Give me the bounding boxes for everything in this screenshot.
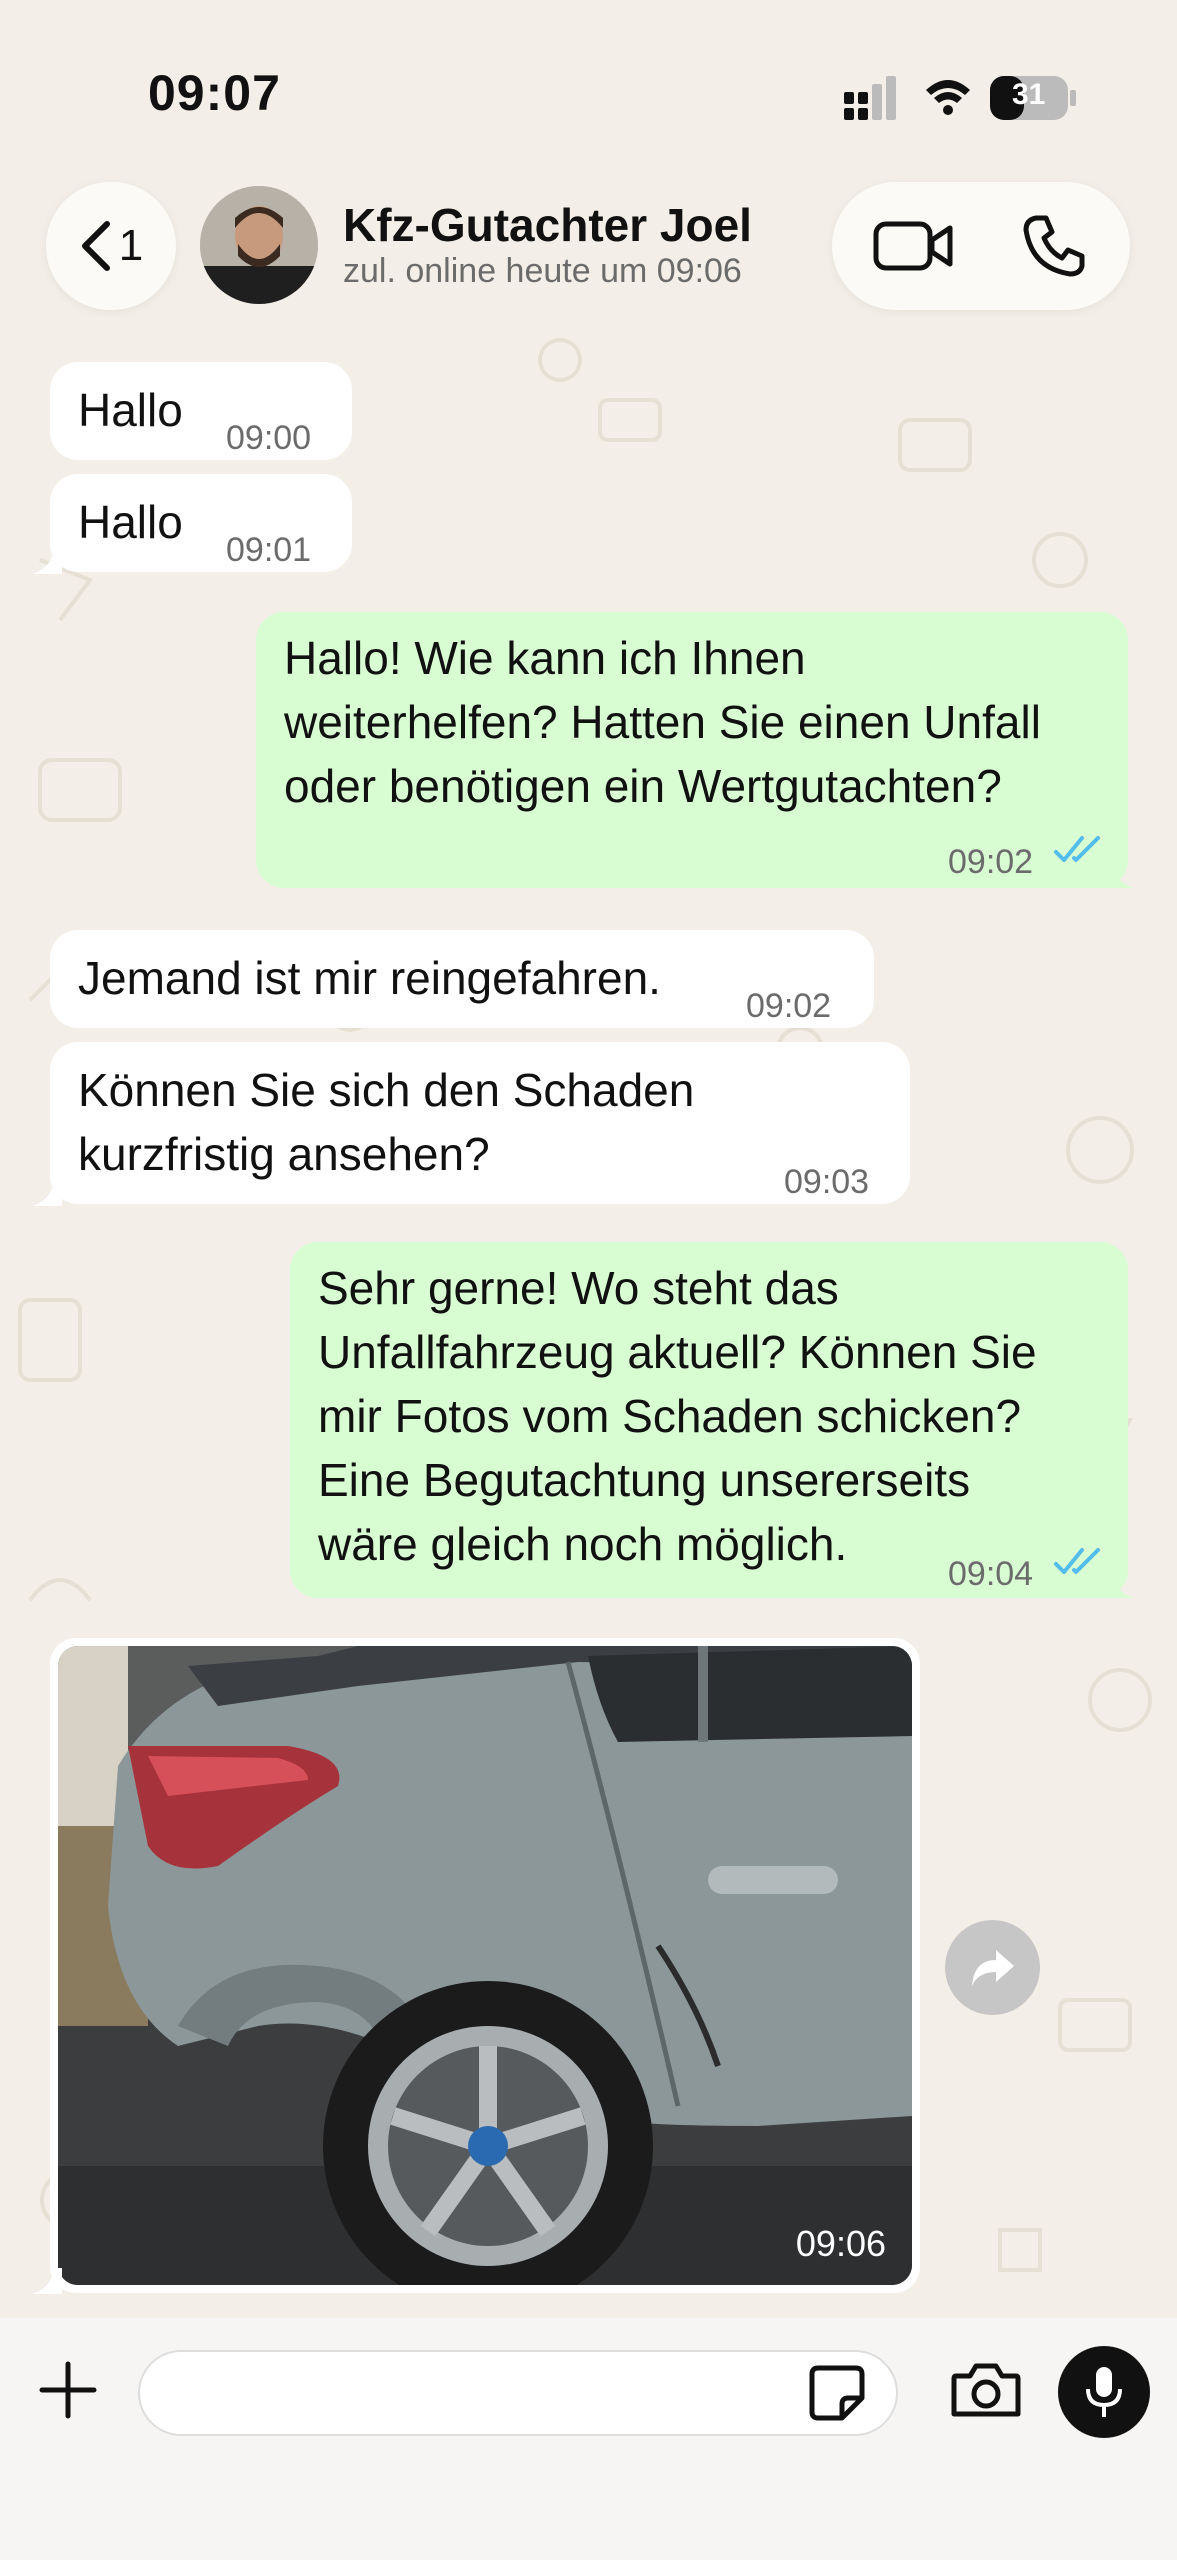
bubble-tail: [32, 2268, 62, 2294]
message-time: 09:03: [784, 1163, 870, 1201]
image-time: 09:06: [795, 2223, 886, 2264]
video-call-button[interactable]: [872, 212, 954, 283]
voice-message-button[interactable]: [1058, 2346, 1150, 2438]
message-bubble[interactable]: Hallo 09:00: [50, 362, 352, 460]
message-time: 09:02: [746, 987, 832, 1025]
message-line: mir Fotos vom Schaden schicken?: [318, 1390, 1022, 1442]
signal-icon: [844, 76, 896, 120]
wifi-icon: [926, 80, 970, 115]
bubble-tail: [32, 548, 62, 574]
bubble-tail: [1104, 1572, 1134, 1598]
message-line: oder benötigen ein Wertgutachten?: [284, 760, 1002, 812]
message-line: Unfallfahrzeug aktuell? Können Sie: [318, 1326, 1037, 1378]
read-ticks-icon: [1054, 1548, 1100, 1574]
message-bubble[interactable]: Können Sie sich den Schaden kurzfristig …: [50, 1042, 910, 1204]
plus-icon: [39, 2361, 97, 2419]
camera-button[interactable]: [950, 2360, 1022, 2425]
forward-icon: [971, 1949, 1014, 1986]
message-text: Jemand ist mir reingefahren.: [78, 952, 661, 1004]
unread-count: 1: [118, 221, 144, 270]
message-text: Hallo: [78, 384, 183, 436]
back-button[interactable]: 1: [46, 182, 176, 310]
attach-button[interactable]: [38, 2360, 98, 2425]
message-bubble[interactable]: Hallo 09:01: [50, 474, 352, 572]
message-line: Können Sie sich den Schaden: [78, 1064, 695, 1116]
sticker-icon: [809, 2365, 865, 2421]
message-line: Eine Begutachtung unsererseits: [318, 1454, 971, 1506]
bubble-tail: [32, 1180, 62, 1206]
video-call-icon: [873, 221, 953, 271]
message-bubble[interactable]: Sehr gerne! Wo steht das Unfallfahrzeug …: [290, 1242, 1128, 1598]
message-line: kurzfristig ansehen?: [78, 1128, 490, 1180]
image-message[interactable]: 09:06: [50, 1638, 920, 2293]
message-bubble[interactable]: Hallo! Wie kann ich Ihnen weiterhelfen? …: [256, 612, 1128, 888]
damage-photo[interactable]: 09:06: [58, 1646, 912, 2285]
contact-status: zul. online heute um 09:06: [343, 252, 742, 290]
message-line: Hallo! Wie kann ich Ihnen: [284, 632, 806, 684]
message-time: 09:04: [948, 1555, 1034, 1593]
message-time: 09:02: [948, 843, 1034, 881]
message-line: wäre gleich noch möglich.: [318, 1518, 848, 1570]
back-chevron-icon: [81, 221, 110, 271]
status-time: 09:07: [148, 65, 281, 121]
contact-name[interactable]: Kfz-Gutachter Joel: [343, 198, 752, 252]
avatar[interactable]: [200, 186, 318, 304]
battery-percent: 31: [1012, 78, 1046, 111]
phone-icon: [1023, 215, 1085, 277]
sticker-button[interactable]: [808, 2364, 866, 2427]
bubble-tail: [1104, 862, 1134, 888]
message-line: Sehr gerne! Wo steht das: [318, 1262, 839, 1314]
message-text: Hallo: [78, 496, 183, 548]
message-time: 09:00: [226, 419, 312, 457]
message-time: 09:01: [226, 531, 312, 569]
read-ticks-icon: [1054, 836, 1100, 862]
forward-button[interactable]: [945, 1920, 1040, 2015]
microphone-icon: [1086, 2367, 1122, 2417]
call-actions: [832, 182, 1130, 310]
message-input[interactable]: [138, 2350, 898, 2436]
message-line: weiterhelfen? Hatten Sie einen Unfall: [284, 696, 1041, 748]
camera-icon: [951, 2363, 1021, 2417]
message-bubble[interactable]: Jemand ist mir reingefahren. 09:02: [50, 930, 874, 1028]
voice-call-button[interactable]: [1022, 212, 1088, 283]
